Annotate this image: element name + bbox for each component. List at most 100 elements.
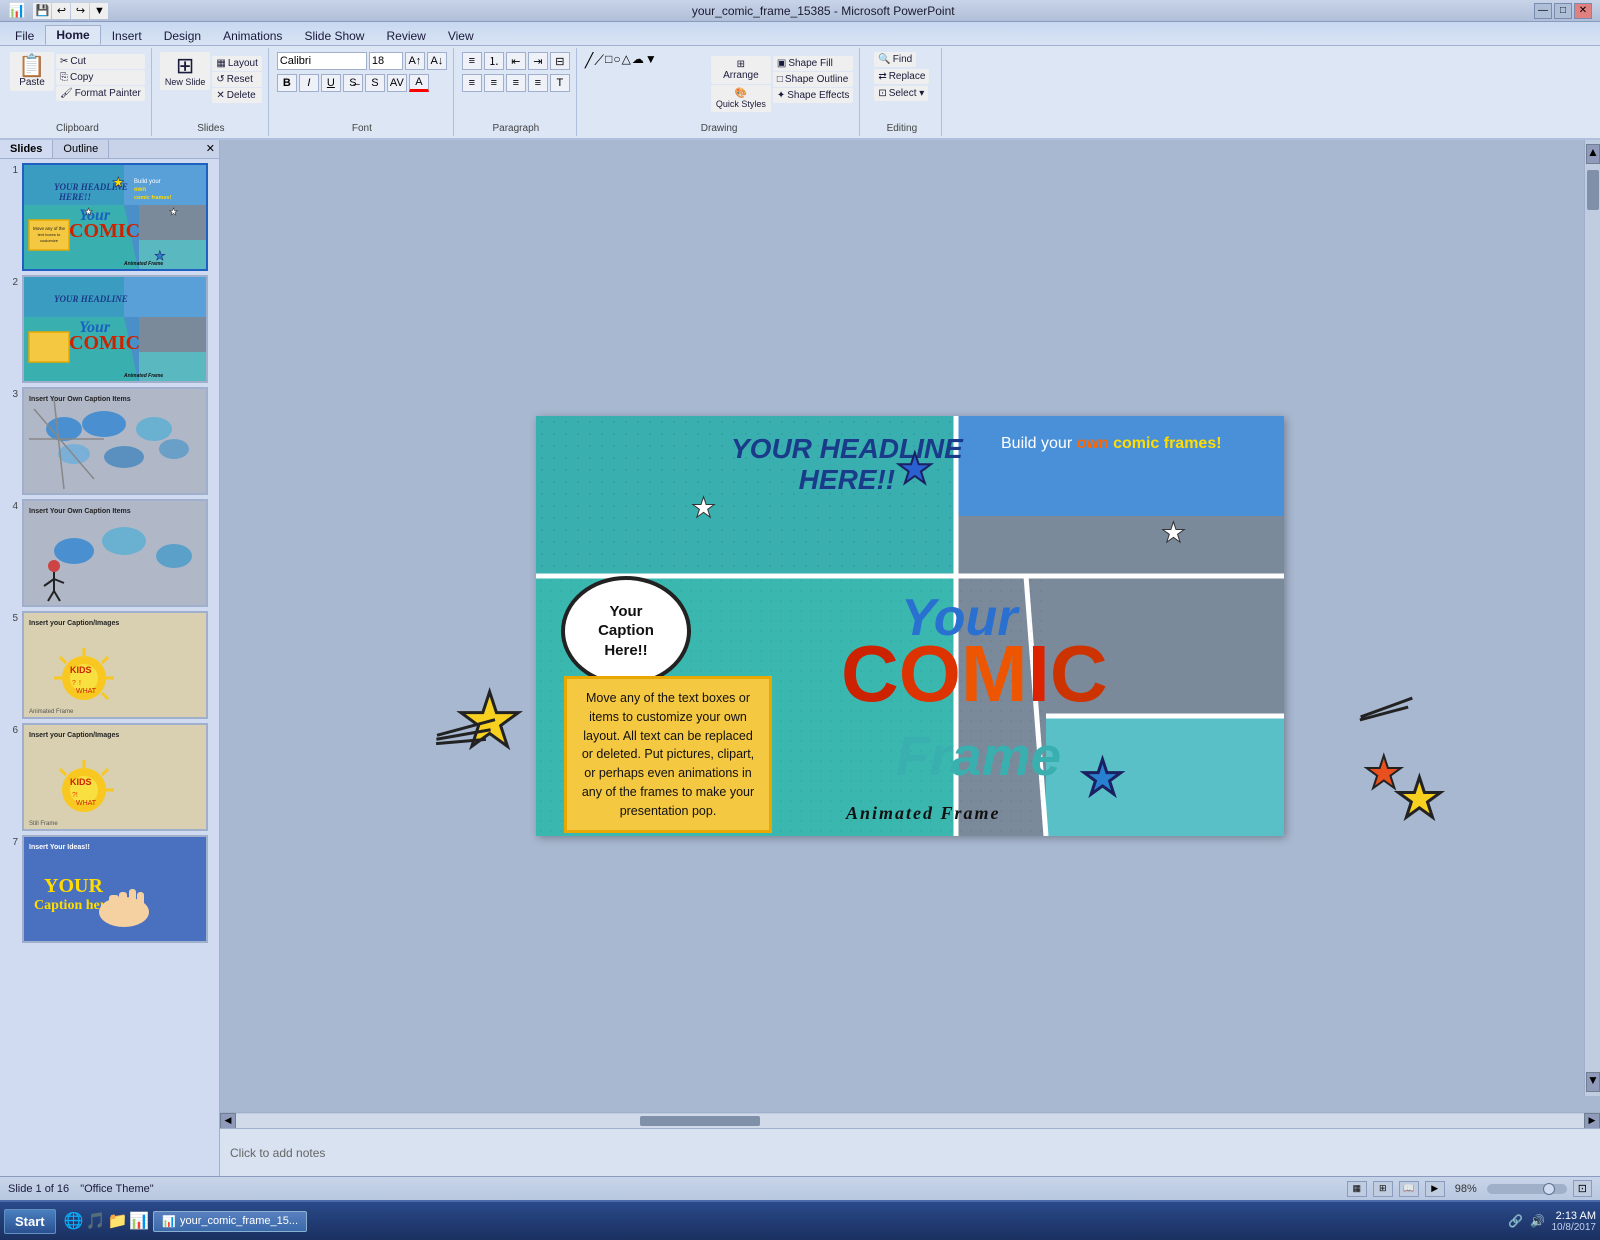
notes-placeholder[interactable]: Click to add notes (230, 1146, 325, 1160)
redo-qat-button[interactable]: ↪ (71, 3, 89, 19)
align-left-button[interactable]: ≡ (462, 74, 482, 92)
copy-button[interactable]: ⎘ Copy (56, 70, 145, 85)
slideshow-button[interactable]: ▶ (1425, 1181, 1445, 1197)
scroll-down-button[interactable]: ▼ (1586, 1072, 1600, 1092)
scroll-left-button[interactable]: ◀ (220, 1113, 236, 1129)
comic-text[interactable]: COMIC (841, 634, 1108, 714)
list-item[interactable]: 6 Insert your Caption/Images KIDS ?! WHA… (4, 723, 215, 831)
shapes-rect[interactable]: □ (605, 52, 612, 69)
cut-button[interactable]: ✂ Cut (56, 54, 145, 69)
shape-effects-button[interactable]: ✦ Shape Effects (773, 88, 853, 103)
shape-outline-button[interactable]: □ Shape Outline (773, 72, 853, 87)
shapes-callout[interactable]: ☁ (632, 52, 644, 69)
font-color-button[interactable]: A (409, 74, 429, 92)
save-qat-button[interactable]: 💾 (33, 3, 51, 19)
shapes-arrow[interactable]: △ (622, 52, 631, 69)
description-box[interactable]: Move any of the text boxes or items to c… (564, 676, 772, 833)
shadow-button[interactable]: S (365, 74, 385, 92)
slide-thumbnail[interactable]: Insert Your Ideas!! YOUR Caption here! (22, 835, 208, 943)
list-item[interactable]: 4 Insert Your Own Caption Items (4, 499, 215, 607)
taskbar-ppt-window[interactable]: 📊 your_comic_frame_15... (153, 1211, 307, 1232)
build-text[interactable]: Build your own comic frames! (1001, 432, 1222, 456)
slide-thumbnail[interactable]: Insert Your Own Caption Items (22, 387, 208, 495)
frame-text[interactable]: Frame (896, 724, 1061, 788)
speech-bubble[interactable]: YourCaptionHere!! (561, 576, 691, 686)
list-item[interactable]: 1 YOUR HEADLINE HERE!! Build your own (4, 163, 215, 271)
italic-button[interactable]: I (299, 74, 319, 92)
zoom-slider[interactable] (1487, 1184, 1567, 1194)
layout-button[interactable]: ▦ Layout (212, 56, 261, 71)
paste-button[interactable]: 📋 Paste (10, 52, 54, 91)
font-size-input[interactable] (369, 52, 403, 70)
list-item[interactable]: 3 Insert Your Own Caption Items (4, 387, 215, 495)
maximize-button[interactable]: □ (1554, 3, 1572, 19)
tab-review[interactable]: Review (375, 26, 436, 45)
list-item[interactable]: 5 Insert your Caption/Images KIDS ? ! WH… (4, 611, 215, 719)
normal-view-button[interactable]: ▦ (1347, 1181, 1367, 1197)
justify-button[interactable]: ≡ (528, 74, 548, 92)
slide-thumbnail[interactable]: Insert your Caption/Images KIDS ? ! WHAT (22, 611, 208, 719)
delete-button[interactable]: ✕ Delete (212, 88, 261, 103)
horizontal-scrollbar[interactable]: ◀ ▶ (220, 1112, 1600, 1128)
shapes-picker[interactable]: ╱ (585, 52, 593, 69)
quick-styles-button[interactable]: 🎨 Quick Styles (711, 85, 771, 112)
bold-button[interactable]: B (277, 74, 297, 92)
strikethrough-button[interactable]: S̶ (343, 74, 363, 92)
undo-qat-button[interactable]: ↩ (52, 3, 70, 19)
font-name-input[interactable] (277, 52, 367, 70)
slides-tab-slides[interactable]: Slides (0, 140, 53, 158)
scroll-up-button[interactable]: ▲ (1586, 144, 1600, 164)
arrange-button[interactable]: ⊞ Arrange (711, 56, 771, 84)
font-decrease-button[interactable]: A↓ (427, 52, 447, 70)
taskbar-folder-icon[interactable]: 📁 (107, 1211, 127, 1231)
align-right-button[interactable]: ≡ (506, 74, 526, 92)
zoom-fit-button[interactable]: ⊡ (1573, 1180, 1592, 1197)
align-center-button[interactable]: ≡ (484, 74, 504, 92)
start-button[interactable]: Start (4, 1209, 56, 1234)
slides-tab-outline[interactable]: Outline (53, 140, 109, 158)
taskbar-ppt-icon[interactable]: 📊 (129, 1211, 149, 1231)
notes-area[interactable]: Click to add notes (220, 1128, 1600, 1176)
close-button[interactable]: ✕ (1574, 3, 1592, 19)
columns-button[interactable]: ⊟ (550, 52, 570, 70)
scroll-thumb-v[interactable] (1587, 170, 1599, 210)
qat-dropdown-button[interactable]: ▼ (90, 3, 108, 19)
bullets-button[interactable]: ≡ (462, 52, 482, 70)
format-painter-button[interactable]: 🖌 Format Painter (56, 86, 145, 101)
taskbar-media-icon[interactable]: 🎵 (86, 1211, 106, 1231)
replace-button[interactable]: ⇄ Replace (874, 69, 929, 84)
zoom-thumb[interactable] (1543, 1183, 1555, 1195)
list-item[interactable]: 2 YOUR HEADLINE Your COMIC Frame (4, 275, 215, 383)
shapes-more[interactable]: ▼ (645, 52, 657, 69)
shapes-circle[interactable]: ○ (613, 52, 620, 69)
text-direction-button[interactable]: T (550, 74, 570, 92)
tab-file[interactable]: File (4, 26, 45, 45)
tab-design[interactable]: Design (153, 26, 212, 45)
underline-button[interactable]: U (321, 74, 341, 92)
slide-thumbnail[interactable]: YOUR HEADLINE HERE!! Build your own comi… (22, 163, 208, 271)
tab-animations[interactable]: Animations (212, 26, 293, 45)
numbering-button[interactable]: ⒈ (484, 52, 504, 70)
shapes-line[interactable]: ⟋ (594, 52, 604, 69)
indent-dec-button[interactable]: ⇤ (506, 52, 526, 70)
list-item[interactable]: 7 Insert Your Ideas!! YOUR Caption here! (4, 835, 215, 943)
slide-sorter-button[interactable]: ⊞ (1373, 1181, 1393, 1197)
reset-button[interactable]: ↺ Reset (212, 72, 261, 87)
slide-thumbnail[interactable]: YOUR HEADLINE Your COMIC Frame Animated … (22, 275, 208, 383)
shape-fill-button[interactable]: ▣ Shape Fill (773, 56, 853, 71)
slide-thumbnail[interactable]: Insert your Caption/Images KIDS ?! WHAT … (22, 723, 208, 831)
slide-thumbnail[interactable]: Insert Your Own Caption Items (22, 499, 208, 607)
reading-view-button[interactable]: 📖 (1399, 1181, 1419, 1197)
tab-view[interactable]: View (437, 26, 485, 45)
minimize-button[interactable]: — (1534, 3, 1552, 19)
tab-slideshow[interactable]: Slide Show (293, 26, 375, 45)
scroll-right-button[interactable]: ▶ (1584, 1113, 1600, 1129)
tab-insert[interactable]: Insert (101, 26, 153, 45)
slide-canvas[interactable]: YOUR HEADLINE HERE!! Build your own comi… (536, 416, 1284, 836)
find-button[interactable]: 🔍 Find (874, 52, 916, 67)
new-slide-button[interactable]: ⊞ New Slide (160, 52, 211, 90)
indent-inc-button[interactable]: ⇥ (528, 52, 548, 70)
scroll-thumb-h[interactable] (640, 1116, 760, 1126)
char-spacing-button[interactable]: AV (387, 74, 407, 92)
vertical-scrollbar[interactable]: ▲ ▼ (1584, 140, 1600, 1096)
